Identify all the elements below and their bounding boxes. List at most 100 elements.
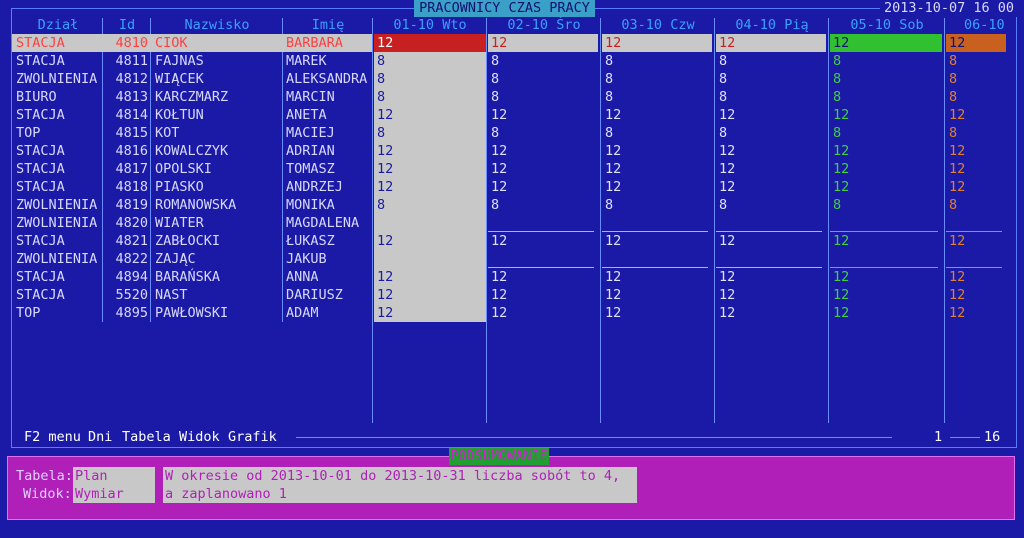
cell-hours-day-4[interactable]: 8 [716,88,826,106]
cell-hours-day-3[interactable] [602,250,712,268]
header-day-5[interactable]: 05-10 Sob [830,16,944,34]
cell-hours-day-3[interactable]: 12 [602,142,712,160]
cell-hours-day-4[interactable]: 8 [716,70,826,88]
cell-hours-day-2[interactable]: 12 [488,178,598,196]
cell-hours-day-1[interactable]: 12 [374,268,486,286]
cell-hours-day-6[interactable]: 12 [946,304,1006,322]
header-day-3[interactable]: 03-10 Czw [602,16,714,34]
cell-hours-day-6[interactable]: 12 [946,268,1006,286]
table-row[interactable]: BIURO 4813 KARCZMARZ MARCIN 8 8 8 8 8 8 [0,88,1024,106]
cell-hours-day-1[interactable]: 12 [374,286,486,304]
cell-hours-day-2[interactable]: 12 [488,232,598,250]
cell-hours-day-4[interactable]: 8 [716,124,826,142]
cell-hours-day-6[interactable]: 8 [946,70,1006,88]
table-row[interactable]: ZWOLNIENIA 4812 WIĄCEK ALEKSANDRA 8 8 8 8 8 8 [0,70,1024,88]
table-row[interactable]: STACJA 4811 FAJNAS MAREK 8 8 8 8 8 8 [0,52,1024,70]
cell-hours-day-1[interactable]: 12 [374,34,486,52]
cell-hours-day-4[interactable]: 12 [716,232,826,250]
cell-hours-day-6[interactable]: 12 [946,286,1006,304]
cell-hours-day-3[interactable]: 8 [602,70,712,88]
menu-item-tabela[interactable]: Tabela [122,428,171,446]
cell-hours-day-3[interactable] [602,214,712,232]
header-day-1[interactable]: 01-10 Wto [374,16,486,34]
cell-hours-day-3[interactable]: 12 [602,160,712,178]
f2-menu-hint[interactable]: F2 menu [24,428,81,446]
cell-hours-day-2[interactable] [488,250,598,268]
header-day-2[interactable]: 02-10 Śro [488,16,600,34]
cell-hours-day-1[interactable]: 12 [374,178,486,196]
cell-hours-day-5[interactable]: 8 [830,124,942,142]
cell-hours-day-4[interactable]: 12 [716,160,826,178]
cell-hours-day-5[interactable] [830,214,942,232]
cell-hours-day-1[interactable]: 12 [374,142,486,160]
cell-hours-day-5[interactable]: 12 [830,232,942,250]
widok-field[interactable]: Wymiar [73,485,155,503]
cell-hours-day-2[interactable]: 12 [488,304,598,322]
table-row[interactable]: TOP 4815 KOT MACIEJ 8 8 8 8 8 8 [0,124,1024,142]
cell-hours-day-2[interactable]: 12 [488,160,598,178]
table-row[interactable]: STACJA 4894 BARAŃSKA ANNA 12 12 12 12 12 12 [0,268,1024,286]
cell-hours-day-5[interactable]: 12 [830,268,942,286]
cell-hours-day-6[interactable]: 12 [946,142,1006,160]
cell-hours-day-1[interactable] [374,214,486,232]
cell-hours-day-1[interactable] [374,250,486,268]
header-imie[interactable]: Imię [284,16,372,34]
cell-hours-day-6[interactable]: 8 [946,124,1006,142]
table-row[interactable]: STACJA 4816 KOWALCZYK ADRIAN 12 12 12 12 12 12 [0,142,1024,160]
cell-hours-day-3[interactable]: 12 [602,286,712,304]
cell-hours-day-5[interactable]: 8 [830,52,942,70]
cell-hours-day-6[interactable] [946,214,1006,232]
table-row-selected[interactable]: STACJA 4810 CIOK BARBARA 12 12 12 12 12 12 [0,34,1024,52]
cell-hours-day-4[interactable] [716,250,826,268]
table-row[interactable]: ZWOLNIENIA 4819 ROMANOWSKA MONIKA 8 8 8 8 8 8 [0,196,1024,214]
cell-hours-day-6[interactable]: 8 [946,88,1006,106]
table-row[interactable]: STACJA 4821 ZABŁOCKI ŁUKASZ 12 12 12 12 12 12 [0,232,1024,250]
cell-hours-day-2[interactable]: 12 [488,106,598,124]
cell-hours-day-4[interactable]: 8 [716,52,826,70]
cell-hours-day-5[interactable]: 12 [830,34,942,52]
cell-hours-day-3[interactable]: 8 [602,88,712,106]
cell-hours-day-4[interactable]: 12 [716,286,826,304]
cell-hours-day-3[interactable]: 8 [602,196,712,214]
cell-hours-day-2[interactable]: 8 [488,124,598,142]
cell-hours-day-1[interactable]: 12 [374,232,486,250]
cell-hours-day-5[interactable]: 12 [830,160,942,178]
table-row[interactable]: STACJA 5520 NAST DARIUSZ 12 12 12 12 12 12 [0,286,1024,304]
cell-hours-day-2[interactable]: 8 [488,70,598,88]
header-dzial[interactable]: Dział [14,16,102,34]
cell-hours-day-3[interactable]: 12 [602,178,712,196]
cell-hours-day-6[interactable]: 12 [946,34,1006,52]
cell-hours-day-3[interactable]: 12 [602,304,712,322]
cell-hours-day-3[interactable]: 12 [602,268,712,286]
table-row[interactable]: ZWOLNIENIA 4822 ZAJĄC JAKUB [0,250,1024,268]
cell-hours-day-2[interactable]: 12 [488,268,598,286]
cell-hours-day-2[interactable]: 8 [488,52,598,70]
cell-hours-day-1[interactable]: 12 [374,304,486,322]
cell-hours-day-2[interactable]: 8 [488,196,598,214]
cell-hours-day-6[interactable]: 12 [946,232,1006,250]
cell-hours-day-2[interactable] [488,214,598,232]
menu-item-grafik[interactable]: Grafik [228,428,277,446]
cell-hours-day-3[interactable]: 12 [602,232,712,250]
tabela-field[interactable]: Plan [73,467,155,485]
header-day-4[interactable]: 04-10 Pią [716,16,828,34]
header-id[interactable]: Id [104,16,150,34]
table-row[interactable]: STACJA 4818 PIASKO ANDRZEJ 12 12 12 12 12 12 [0,178,1024,196]
cell-hours-day-1[interactable]: 8 [374,70,486,88]
cell-hours-day-5[interactable]: 12 [830,178,942,196]
menu-item-dni[interactable]: Dni [88,428,112,446]
cell-hours-day-2[interactable]: 12 [488,142,598,160]
cell-hours-day-1[interactable]: 8 [374,52,486,70]
cell-hours-day-3[interactable]: 12 [602,34,712,52]
cell-hours-day-2[interactable]: 8 [488,88,598,106]
header-day-6[interactable]: 06-10 [946,16,1016,34]
cell-hours-day-2[interactable]: 12 [488,286,598,304]
cell-hours-day-5[interactable]: 8 [830,88,942,106]
cell-hours-day-4[interactable] [716,214,826,232]
cell-hours-day-1[interactable]: 8 [374,124,486,142]
cell-hours-day-3[interactable]: 8 [602,124,712,142]
cell-hours-day-6[interactable] [946,250,1006,268]
cell-hours-day-6[interactable]: 12 [946,178,1006,196]
cell-hours-day-3[interactable]: 8 [602,52,712,70]
cell-hours-day-5[interactable]: 12 [830,286,942,304]
